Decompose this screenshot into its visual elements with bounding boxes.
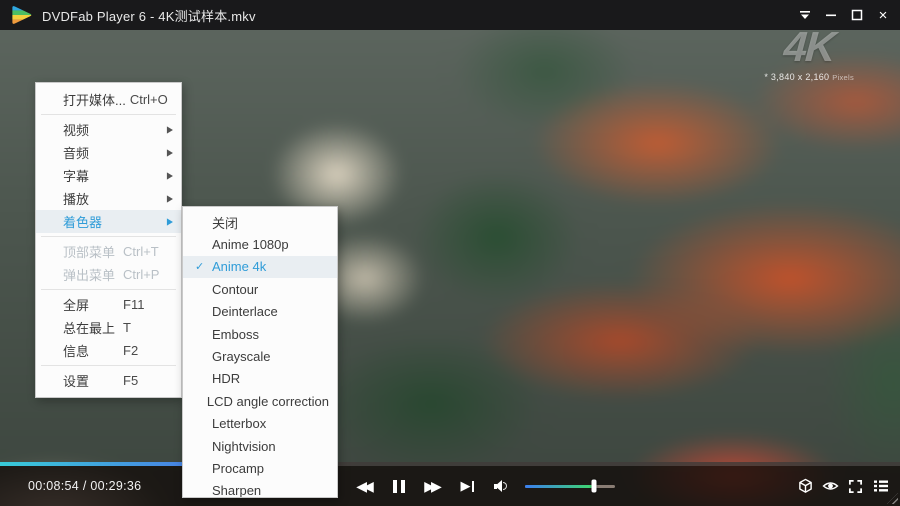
rewind-button[interactable]: ◀◀ xyxy=(348,470,382,502)
next-button[interactable]: ▶ xyxy=(450,470,484,502)
volume-handle[interactable] xyxy=(592,480,597,493)
cube-icon xyxy=(798,478,813,494)
submenu-arrow-icon: ▶ xyxy=(167,124,173,135)
shader-item-emboss[interactable]: Emboss xyxy=(183,323,337,345)
submenu-arrow-icon: ▶ xyxy=(167,216,173,227)
menu-separator xyxy=(41,289,176,290)
shader-item-grayscale[interactable]: Grayscale xyxy=(183,345,337,367)
shader-item-contour[interactable]: Contour xyxy=(183,278,337,300)
menu-item-popup-menu: 弹出菜单 Ctrl+P xyxy=(36,263,181,286)
right-toolbar xyxy=(794,466,892,506)
fast-forward-icon: ▶▶ xyxy=(424,478,442,495)
shader-item-procamp[interactable]: Procamp xyxy=(183,457,337,479)
3d-mode-button[interactable] xyxy=(794,471,817,501)
menu-item-subtitles[interactable]: 字幕 ▶ xyxy=(36,164,181,187)
window-title: DVDFab Player 6 - 4K测试样本.mkv xyxy=(42,6,256,25)
maximize-button[interactable] xyxy=(844,0,870,30)
shader-item-anime-4k[interactable]: ✓ Anime 4k xyxy=(183,256,337,278)
shader-item-letterbox[interactable]: Letterbox xyxy=(183,413,337,435)
menu-item-video[interactable]: 视频 ▶ xyxy=(36,118,181,141)
transport-controls: ◀◀ ▶▶ ▶ xyxy=(348,466,484,506)
fullscreen-button[interactable] xyxy=(844,471,867,501)
shader-item-deinterlace[interactable]: Deinterlace xyxy=(183,301,337,323)
shader-item-off[interactable]: 关闭 xyxy=(183,211,337,233)
video-stage[interactable]: 4K * 3,840 x 2,160 Pixels 00:08:54 / 00:… xyxy=(0,30,900,506)
context-menu: 打开媒体... Ctrl+O 视频 ▶ 音频 ▶ 字幕 ▶ 播放 ▶ 着色器 xyxy=(35,82,182,398)
shader-item-sharpen[interactable]: Sharpen xyxy=(183,480,337,498)
submenu-arrow-icon: ▶ xyxy=(167,147,173,158)
player-window: DVDFab Player 6 - 4K测试样本.mkv × 4K * 3,84… xyxy=(0,0,900,506)
submenu-arrow-icon: ▶ xyxy=(167,170,173,181)
visual-effects-button[interactable] xyxy=(819,471,842,501)
rewind-icon: ◀◀ xyxy=(356,478,374,495)
menu-item-info[interactable]: 信息 F2 xyxy=(36,339,181,362)
menu-item-open-media[interactable]: 打开媒体... Ctrl+O xyxy=(36,88,181,111)
resolution-unit: Pixels xyxy=(832,73,854,82)
volume-controls xyxy=(494,466,615,506)
menu-item-shader[interactable]: 着色器 ▶ xyxy=(36,210,181,233)
menu-item-playback[interactable]: 播放 ▶ xyxy=(36,187,181,210)
checkmark-icon: ✓ xyxy=(195,260,212,273)
close-button[interactable]: × xyxy=(870,0,896,30)
menu-item-fullscreen[interactable]: 全屏 F11 xyxy=(36,293,181,316)
app-logo-icon xyxy=(9,5,33,25)
shader-item-nightvision[interactable]: Nightvision xyxy=(183,435,337,457)
shader-item-hdr[interactable]: HDR xyxy=(183,368,337,390)
resolution-text: * 3,840 x 2,160 Pixels xyxy=(764,72,854,82)
eye-icon xyxy=(822,479,839,493)
volume-level xyxy=(525,485,594,488)
dock-menu-icon[interactable] xyxy=(792,0,818,30)
volume-slider[interactable] xyxy=(525,485,615,488)
menu-item-audio[interactable]: 音频 ▶ xyxy=(36,141,181,164)
resolution-watermark: 4K * 3,840 x 2,160 Pixels xyxy=(764,30,854,82)
title-bar: DVDFab Player 6 - 4K测试样本.mkv × xyxy=(0,0,900,30)
fast-forward-button[interactable]: ▶▶ xyxy=(416,470,450,502)
next-icon: ▶ xyxy=(461,478,471,494)
menu-separator xyxy=(41,114,176,115)
menu-item-settings[interactable]: 设置 F5 xyxy=(36,369,181,392)
4k-logo: 4K xyxy=(763,30,856,68)
pause-button[interactable] xyxy=(382,470,416,502)
fullscreen-icon xyxy=(848,479,863,494)
playlist-icon xyxy=(873,479,889,493)
minimize-button[interactable] xyxy=(818,0,844,30)
menu-separator xyxy=(41,236,176,237)
shader-item-anime-1080p[interactable]: Anime 1080p xyxy=(183,233,337,255)
shader-submenu: 关闭 Anime 1080p ✓ Anime 4k Contour Deinte… xyxy=(182,206,338,498)
menu-item-always-on-top[interactable]: 总在最上 T xyxy=(36,316,181,339)
pause-icon xyxy=(393,480,405,493)
playlist-button[interactable] xyxy=(869,471,892,501)
window-controls: × xyxy=(792,0,900,30)
shader-item-lcd-angle-correction[interactable]: LCD angle correction xyxy=(183,390,337,412)
menu-item-top-menu: 顶部菜单 Ctrl+T xyxy=(36,240,181,263)
menu-separator xyxy=(41,365,176,366)
speaker-icon[interactable] xyxy=(494,479,507,493)
time-display: 00:08:54 / 00:29:36 xyxy=(28,466,141,506)
submenu-arrow-icon: ▶ xyxy=(167,193,173,204)
control-bar: 00:08:54 / 00:29:36 ◀◀ ▶▶ ▶ xyxy=(0,462,900,506)
